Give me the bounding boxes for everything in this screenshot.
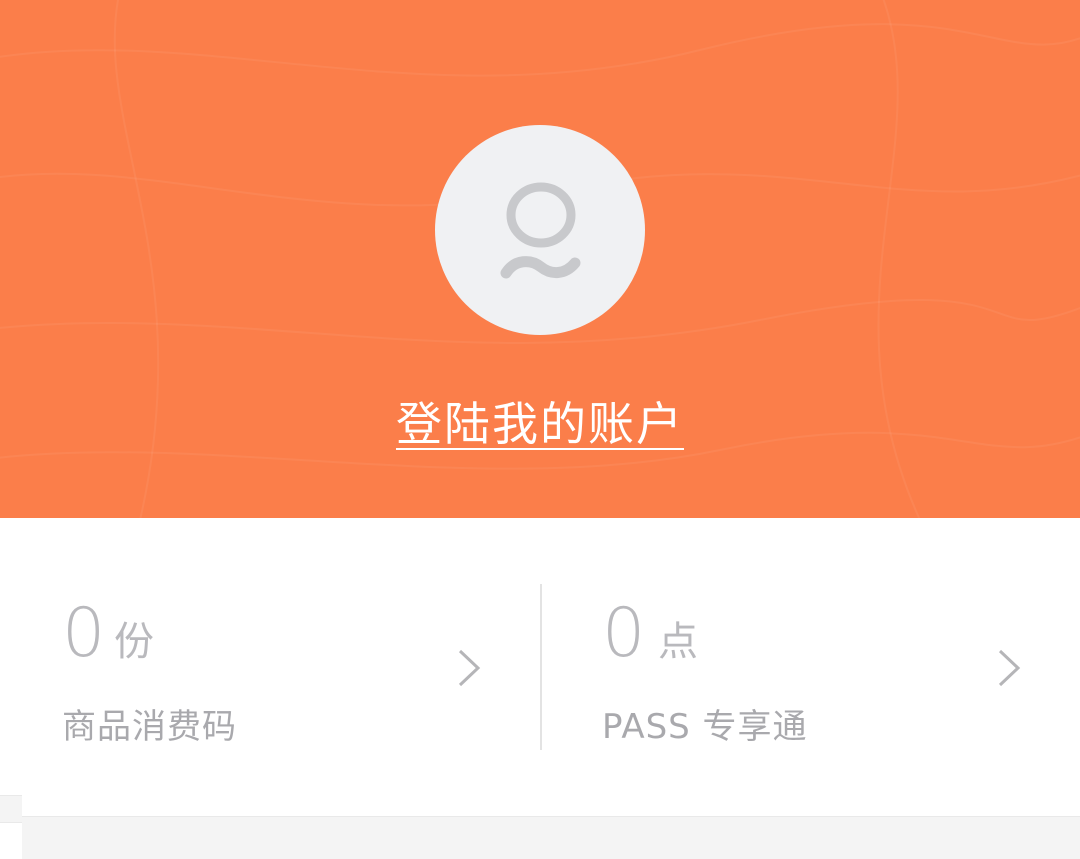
stat-value: 0 <box>602 594 646 673</box>
login-link-row: 登陆我的账户 <box>0 392 1080 456</box>
stats-panel: 0 份 商品消费码 0 点 PASS 专享通 <box>0 518 1080 816</box>
stat-value: 0 <box>62 594 106 673</box>
stat-label: PASS 专享通 <box>602 707 808 747</box>
stat-label: 商品消费码 <box>62 707 237 747</box>
stat-pass[interactable]: 0 点 PASS 专享通 <box>540 518 1080 816</box>
user-avatar-icon <box>500 182 581 279</box>
section-edge <box>0 795 22 823</box>
login-link[interactable]: 登陆我的账户 <box>396 397 684 451</box>
chevron-right-icon <box>458 649 481 687</box>
chevron-right-icon <box>998 649 1021 687</box>
section-separator <box>22 816 1080 859</box>
stat-unit: 点 <box>658 619 698 665</box>
stat-unit: 份 <box>114 619 154 665</box>
user-avatar[interactable] <box>435 125 645 335</box>
stat-consumption-codes[interactable]: 0 份 商品消费码 <box>0 518 540 816</box>
profile-header: 登陆我的账户 <box>0 0 1080 518</box>
